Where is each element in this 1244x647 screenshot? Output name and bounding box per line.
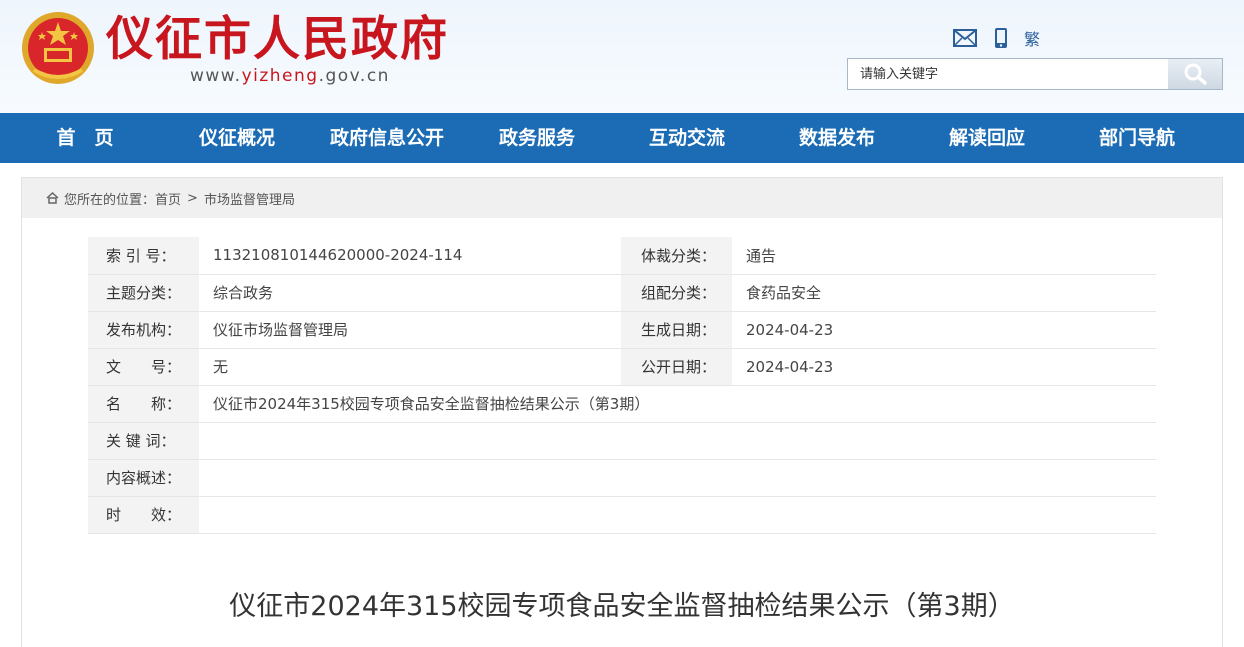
site-url-accent: yizheng: [241, 66, 319, 86]
site-url-suffix: .gov.cn: [318, 66, 390, 86]
name-label: 名 称：: [88, 385, 199, 423]
search-button[interactable]: [1168, 59, 1222, 89]
name-value: 仪征市2024年315校园专项食品安全监督抽检结果公示（第3期）: [199, 385, 1156, 423]
mobile-icon[interactable]: [988, 27, 1014, 49]
info-row: 名 称： 仪征市2024年315校园专项食品安全监督抽检结果公示（第3期）: [88, 385, 1156, 423]
org-category-value: 食药品安全: [732, 274, 1156, 312]
search-input[interactable]: [848, 59, 1168, 89]
search-icon: [1184, 63, 1207, 85]
created-date-value: 2024-04-23: [732, 311, 1156, 349]
genre-label: 体裁分类：: [621, 237, 732, 275]
org-category-label: 组配分类：: [621, 274, 732, 312]
info-row: 内容概述：: [88, 459, 1156, 497]
breadcrumb: 您所在的位置： 首页 > 市场监督管理局: [22, 178, 1222, 218]
article-title: 仪征市2024年315校园专项食品安全监督抽检结果公示（第3期）: [229, 591, 1015, 622]
summary-value: [199, 459, 1156, 497]
breadcrumb-prefix: 您所在的位置：: [64, 192, 156, 208]
info-row: 文 号： 无 公开日期： 2024-04-23: [88, 348, 1156, 386]
topic-value: 综合政务: [199, 274, 621, 312]
site-url: www.yizheng.gov.cn: [190, 66, 390, 86]
document-info-table: 索 引 号： 113210810144620000-2024-114 体裁分类：…: [88, 237, 1156, 534]
published-date-value: 2024-04-23: [732, 348, 1156, 386]
created-date-label: 生成日期：: [621, 311, 732, 349]
nav-item-home[interactable]: 首 页: [0, 113, 170, 163]
mail-icon[interactable]: [952, 27, 978, 49]
breadcrumb-current-link[interactable]: 市场监督管理局: [204, 189, 295, 208]
publisher-label: 发布机构：: [88, 311, 199, 349]
nav-item-interaction[interactable]: 互动交流: [612, 113, 762, 163]
nav-item-data-release[interactable]: 数据发布: [762, 113, 912, 163]
breadcrumb-separator: >: [187, 190, 198, 206]
keywords-label: 关 键 词：: [88, 422, 199, 460]
breadcrumb-home-link[interactable]: 首页: [155, 189, 181, 208]
genre-value: 通告: [732, 237, 1156, 275]
main-nav: 首 页 仪征概况 政府信息公开 政务服务 互动交流 数据发布 解读回应 部门导航: [0, 113, 1244, 163]
site-url-prefix: www.: [190, 66, 242, 86]
index-number-label: 索 引 号：: [88, 237, 199, 275]
search-box: [847, 58, 1223, 90]
info-row: 关 键 词：: [88, 422, 1156, 460]
nav-item-interpretation[interactable]: 解读回应: [912, 113, 1062, 163]
validity-value: [199, 496, 1156, 534]
header-tools: 繁: [952, 26, 1040, 50]
nav-item-info-disclosure[interactable]: 政府信息公开: [312, 113, 462, 163]
info-row: 索 引 号： 113210810144620000-2024-114 体裁分类：…: [88, 237, 1156, 275]
home-icon: [46, 192, 59, 204]
topic-label: 主题分类：: [88, 274, 199, 312]
published-date-label: 公开日期：: [621, 348, 732, 386]
index-number-value: 113210810144620000-2024-114: [199, 237, 621, 275]
traditional-chinese-toggle[interactable]: 繁: [1024, 26, 1040, 50]
nav-item-overview[interactable]: 仪征概况: [162, 113, 312, 163]
publisher-value: 仪征市场监督管理局: [199, 311, 621, 349]
summary-label: 内容概述：: [88, 459, 199, 497]
info-row: 主题分类： 综合政务 组配分类： 食药品安全: [88, 274, 1156, 312]
keywords-value: [199, 422, 1156, 460]
document-number-label: 文 号：: [88, 348, 199, 386]
national-emblem-icon: [22, 12, 94, 84]
info-row: 发布机构： 仪征市场监督管理局 生成日期： 2024-04-23: [88, 311, 1156, 349]
nav-item-gov-services[interactable]: 政务服务: [462, 113, 612, 163]
validity-label: 时 效：: [88, 496, 199, 534]
nav-item-departments[interactable]: 部门导航: [1062, 113, 1212, 163]
info-row: 时 效：: [88, 496, 1156, 534]
document-number-value: 无: [199, 348, 621, 386]
site-header: 仪征市人民政府 www.yizheng.gov.cn 繁: [0, 0, 1244, 113]
site-title: 仪征市人民政府: [106, 12, 449, 67]
